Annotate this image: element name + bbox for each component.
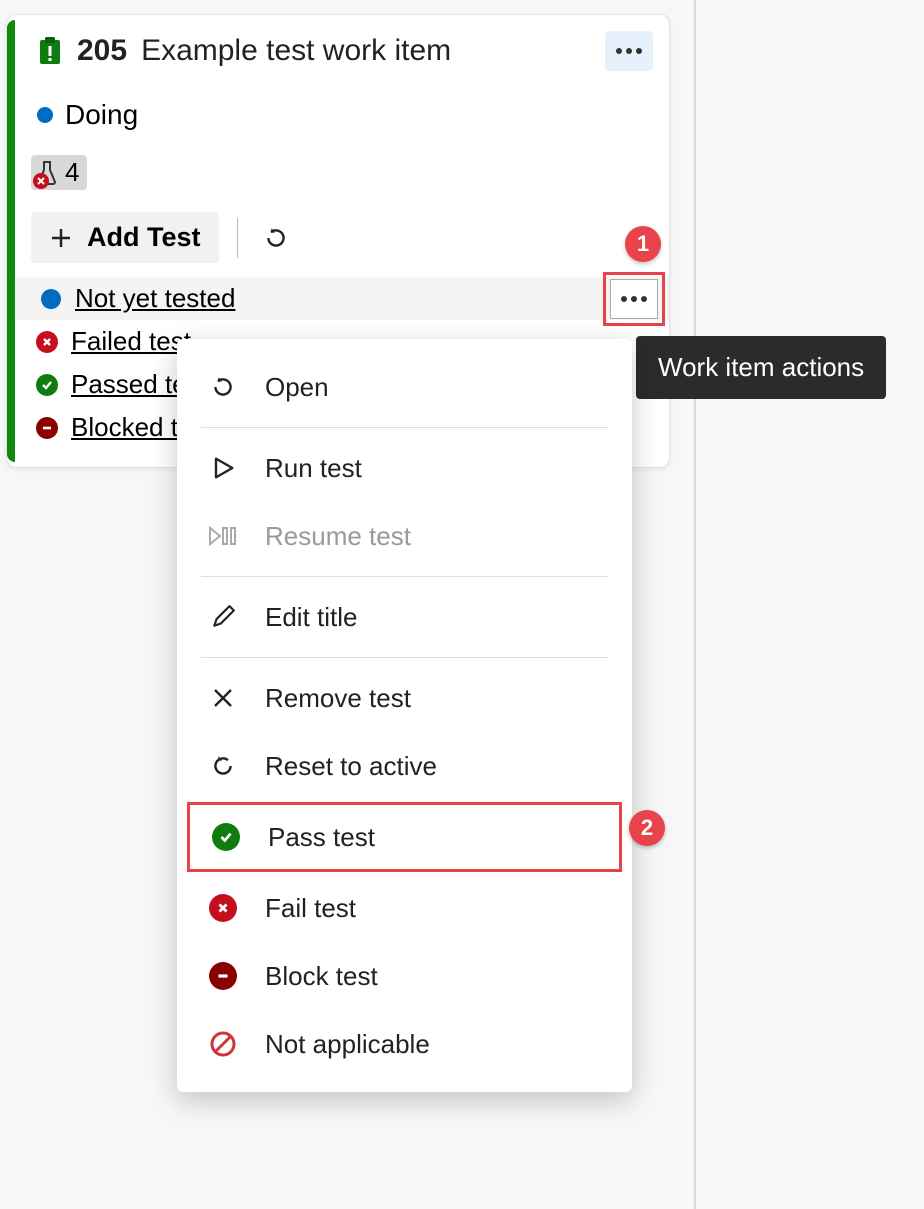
- status-passed-icon: [35, 373, 59, 397]
- fail-overlay-icon: [33, 173, 49, 189]
- test-count-value: 4: [65, 157, 79, 188]
- status-failed-icon: [35, 330, 59, 354]
- menu-fail-test[interactable]: Fail test: [177, 874, 632, 942]
- state-row: Doing: [23, 99, 653, 131]
- menu-label: Edit title: [265, 602, 358, 633]
- more-icon: [620, 295, 648, 303]
- menu-separator: [201, 427, 608, 428]
- test-count-badge[interactable]: 4: [31, 155, 87, 190]
- menu-label: Reset to active: [265, 751, 437, 782]
- refresh-button[interactable]: [256, 218, 296, 258]
- plus-icon: [49, 226, 73, 250]
- menu-edit-title[interactable]: Edit title: [177, 583, 632, 651]
- state-dot-icon: [37, 107, 53, 123]
- work-item-id: 205: [77, 34, 127, 68]
- add-test-button[interactable]: Add Test: [31, 212, 219, 263]
- close-icon: [207, 682, 239, 714]
- menu-label: Open: [265, 372, 329, 403]
- badge-row: 4: [23, 155, 653, 190]
- test-item-label: Failed test: [71, 326, 191, 357]
- menu-label: Block test: [265, 961, 378, 992]
- callout-marker-1: 1: [625, 226, 661, 262]
- state-label: Doing: [65, 99, 138, 131]
- work-item-actions-tooltip: Work item actions: [636, 336, 886, 399]
- card-actions-button[interactable]: [605, 31, 653, 71]
- work-item-title[interactable]: Example test work item: [141, 34, 451, 68]
- open-icon: [207, 371, 239, 403]
- callout-marker-2: 2: [629, 810, 665, 846]
- menu-run-test[interactable]: Run test: [177, 434, 632, 502]
- menu-pass-test[interactable]: Pass test: [187, 802, 622, 872]
- block-icon: [207, 960, 239, 992]
- callout-frame-1: [603, 272, 665, 326]
- pass-icon: [210, 821, 242, 853]
- menu-label: Run test: [265, 453, 362, 484]
- test-item-actions-button[interactable]: [610, 279, 658, 319]
- refresh-icon: [263, 225, 289, 251]
- play-icon: [207, 452, 239, 484]
- not-applicable-icon: [207, 1028, 239, 1060]
- status-blocked-icon: [35, 416, 59, 440]
- menu-not-applicable[interactable]: Not applicable: [177, 1010, 632, 1078]
- menu-separator: [201, 576, 608, 577]
- menu-block-test[interactable]: Block test: [177, 942, 632, 1010]
- menu-label: Fail test: [265, 893, 356, 924]
- menu-label: Pass test: [268, 822, 375, 853]
- add-test-label: Add Test: [87, 222, 201, 253]
- card-toolbar: Add Test: [23, 212, 653, 263]
- status-active-icon: [39, 287, 63, 311]
- menu-label: Resume test: [265, 521, 411, 552]
- resume-icon: [207, 520, 239, 552]
- more-icon: [615, 47, 643, 55]
- test-item-label: Not yet tested: [75, 283, 235, 314]
- menu-label: Not applicable: [265, 1029, 430, 1060]
- undo-icon: [207, 750, 239, 782]
- menu-label: Remove test: [265, 683, 411, 714]
- test-item-active[interactable]: Not yet tested: [15, 277, 669, 320]
- context-menu: Open Run test Resume test Edit title Rem…: [177, 339, 632, 1092]
- toolbar-separator: [237, 218, 238, 258]
- menu-open[interactable]: Open: [177, 353, 632, 421]
- edit-icon: [207, 601, 239, 633]
- menu-resume-test: Resume test: [177, 502, 632, 570]
- fail-icon: [207, 892, 239, 924]
- menu-reset-active[interactable]: Reset to active: [177, 732, 632, 800]
- card-header: 205 Example test work item: [23, 31, 653, 71]
- beaker-icon: [35, 159, 59, 187]
- column-divider: [694, 0, 696, 1209]
- work-item-type-icon: [37, 36, 63, 66]
- menu-remove-test[interactable]: Remove test: [177, 664, 632, 732]
- menu-separator: [201, 657, 608, 658]
